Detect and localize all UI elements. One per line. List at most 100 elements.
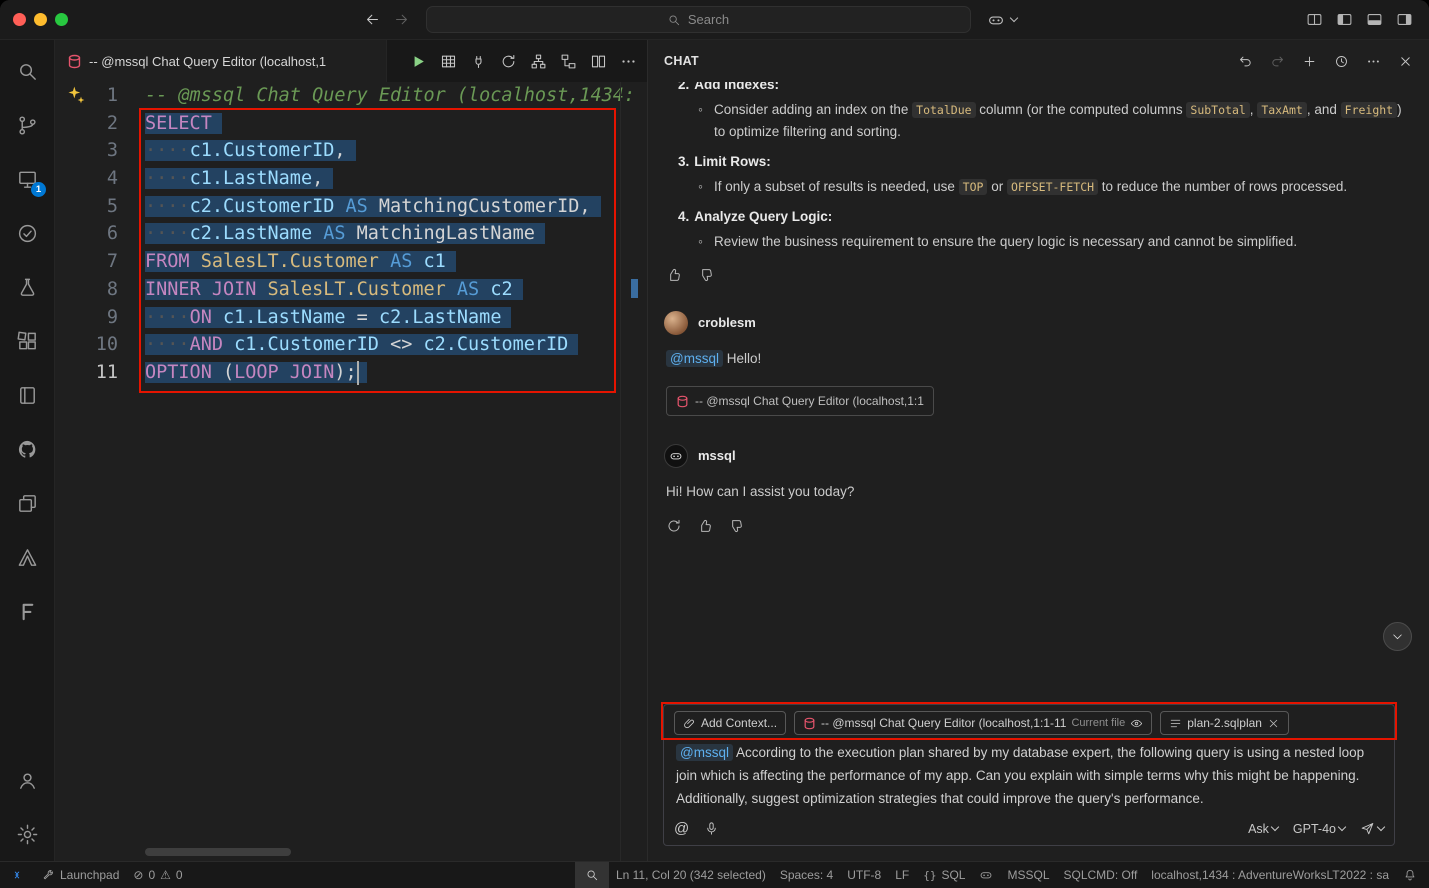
launchpad-status-item[interactable]: Launchpad [34,862,126,888]
line-number: 7 [55,248,118,276]
add-context-button[interactable]: Add Context... [674,711,786,735]
sidebar-item-github[interactable] [3,422,51,476]
code-line: ····c2.CustomerID AS MatchingCustomerID, [145,193,647,221]
list-title: Limit Rows: [694,154,771,169]
toggle-sidebar-right-icon[interactable] [1396,11,1413,28]
back-icon[interactable] [364,11,381,28]
copilot-status-item[interactable] [972,862,1000,888]
zoom-window-button[interactable] [55,13,68,26]
forward-icon[interactable] [393,11,410,28]
indentation-item[interactable]: Spaces: 4 [773,862,840,888]
user-avatar [664,311,688,335]
mention-icon[interactable]: @ [674,820,689,837]
thumbs-up-icon[interactable] [697,518,713,534]
chevron-down-icon [1377,822,1385,830]
sidebar-item-remote-explorer[interactable]: 1 [3,152,51,206]
chat-input-text[interactable]: @mssql According to the execution plan s… [676,741,1382,810]
settings-button[interactable] [3,807,51,861]
regenerate-icon[interactable] [666,518,682,534]
tab-chat-query-editor[interactable]: -- @mssql Chat Query Editor (localhost,1 [55,40,387,82]
split-editor-icon[interactable] [590,53,607,70]
eye-icon[interactable] [1130,717,1143,730]
chat-message-list[interactable]: 2.Add Indexes:Consider adding an index o… [648,82,1429,698]
sidebar-item-extensions[interactable] [3,314,51,368]
new-chat-icon[interactable] [1302,54,1317,69]
code-line: ····AND c1.CustomerID <> c2.CustomerID [145,331,647,359]
microphone-icon[interactable] [704,821,719,836]
results-grid-icon[interactable] [440,53,457,70]
horizontal-scrollbar[interactable] [145,848,291,856]
minimize-window-button[interactable] [34,13,47,26]
editor-scrollbar[interactable] [620,82,647,861]
close-icon[interactable] [1398,54,1413,69]
list-title: Add Indexes: [694,82,779,92]
language-mode-item[interactable]: {}SQL [916,862,972,888]
inline-code: SubTotal [1186,102,1249,118]
code-token: SalesLT.Customer [268,279,446,300]
context-chip-plan[interactable]: plan-2.sqlplan [1160,711,1289,735]
thumbs-up-icon[interactable] [666,267,682,283]
remote-indicator[interactable] [0,862,34,888]
mssql-status-item[interactable]: MSSQL [1000,862,1056,888]
sqlcmd-status-item[interactable]: SQLCMD: Off [1057,862,1145,888]
bell-icon [1403,868,1417,882]
sidebar-item-testing[interactable] [3,206,51,260]
history-icon[interactable] [1334,54,1349,69]
launchpad-label: Launchpad [60,868,119,882]
code-token: ···· [145,140,190,161]
settings-gear-icon [16,823,39,846]
sidebar-item-source-control[interactable] [3,98,51,152]
schema-designer-icon[interactable] [560,53,577,70]
toggle-sidebar-left-icon[interactable] [1336,11,1353,28]
scroll-to-bottom-button[interactable] [1383,622,1412,651]
selection-highlight: INNER JOIN SalesLT.Customer AS c2 [145,279,523,300]
cursor-position-item[interactable]: Ln 11, Col 20 (342 selected) [609,862,773,888]
remove-chip-icon[interactable] [1267,717,1280,730]
schema-hierarchy-icon[interactable] [530,53,547,70]
connection-status-item[interactable]: localhost,1434 : AdventureWorksLT2022 : … [1144,862,1396,888]
copilot-menu-button[interactable] [987,11,1017,29]
copilot-sparkle-icon[interactable] [66,85,86,105]
more-icon[interactable] [1366,54,1381,69]
context-chip-meta: Current file [1071,717,1125,729]
sidebar-item-run-tests[interactable] [3,260,51,314]
tab-bar: -- @mssql Chat Query Editor (localhost,1 [55,40,647,82]
mention-chip: @mssql [666,350,723,367]
sidebar-item-aframe[interactable] [3,530,51,584]
layout-columns-icon[interactable] [1306,11,1323,28]
mode-picker[interactable]: Ask [1248,822,1278,836]
sidebar-item-docs[interactable] [3,368,51,422]
send-button[interactable] [1360,821,1384,836]
sidebar-item-flyway[interactable] [3,584,51,638]
eol-item[interactable]: LF [888,862,916,888]
close-window-button[interactable] [13,13,26,26]
thumbs-down-icon[interactable] [728,518,744,534]
indentation-label: Spaces: 4 [780,868,833,882]
model-picker[interactable]: GPT-4o [1293,822,1345,836]
code-token: FROM [145,251,190,272]
zoom-status-item[interactable] [575,862,609,888]
encoding-item[interactable]: UTF-8 [840,862,888,888]
code-editor[interactable]: 1234567891011 -- @mssql Chat Query Edito… [55,82,647,861]
sqlcmd-label: SQLCMD: Off [1064,868,1138,882]
run-query-icon[interactable] [410,53,427,70]
code-token: ); [334,362,356,383]
context-chip-file[interactable]: -- @mssql Chat Query Editor (localhost,1… [794,711,1152,735]
redo-icon[interactable] [1270,54,1285,69]
more-actions-icon[interactable] [620,53,637,70]
sidebar-item-workspaces[interactable] [3,476,51,530]
notifications-bell[interactable] [1396,862,1429,888]
database-icon [67,54,82,69]
undo-icon[interactable] [1238,54,1253,69]
change-connection-icon[interactable] [500,53,517,70]
traffic-lights [13,13,68,26]
code-token: AND [190,334,223,355]
search-input[interactable]: Search [426,6,971,33]
attachment-pill[interactable]: -- @mssql Chat Query Editor (localhost,1… [666,386,934,416]
sidebar-item-search[interactable] [3,44,51,98]
toggle-panel-bottom-icon[interactable] [1366,11,1383,28]
accounts-button[interactable] [3,753,51,807]
disconnect-plug-icon[interactable] [470,53,487,70]
problems-status-item[interactable]: ⊘0 ⚠0 [126,862,189,888]
thumbs-down-icon[interactable] [698,267,714,283]
